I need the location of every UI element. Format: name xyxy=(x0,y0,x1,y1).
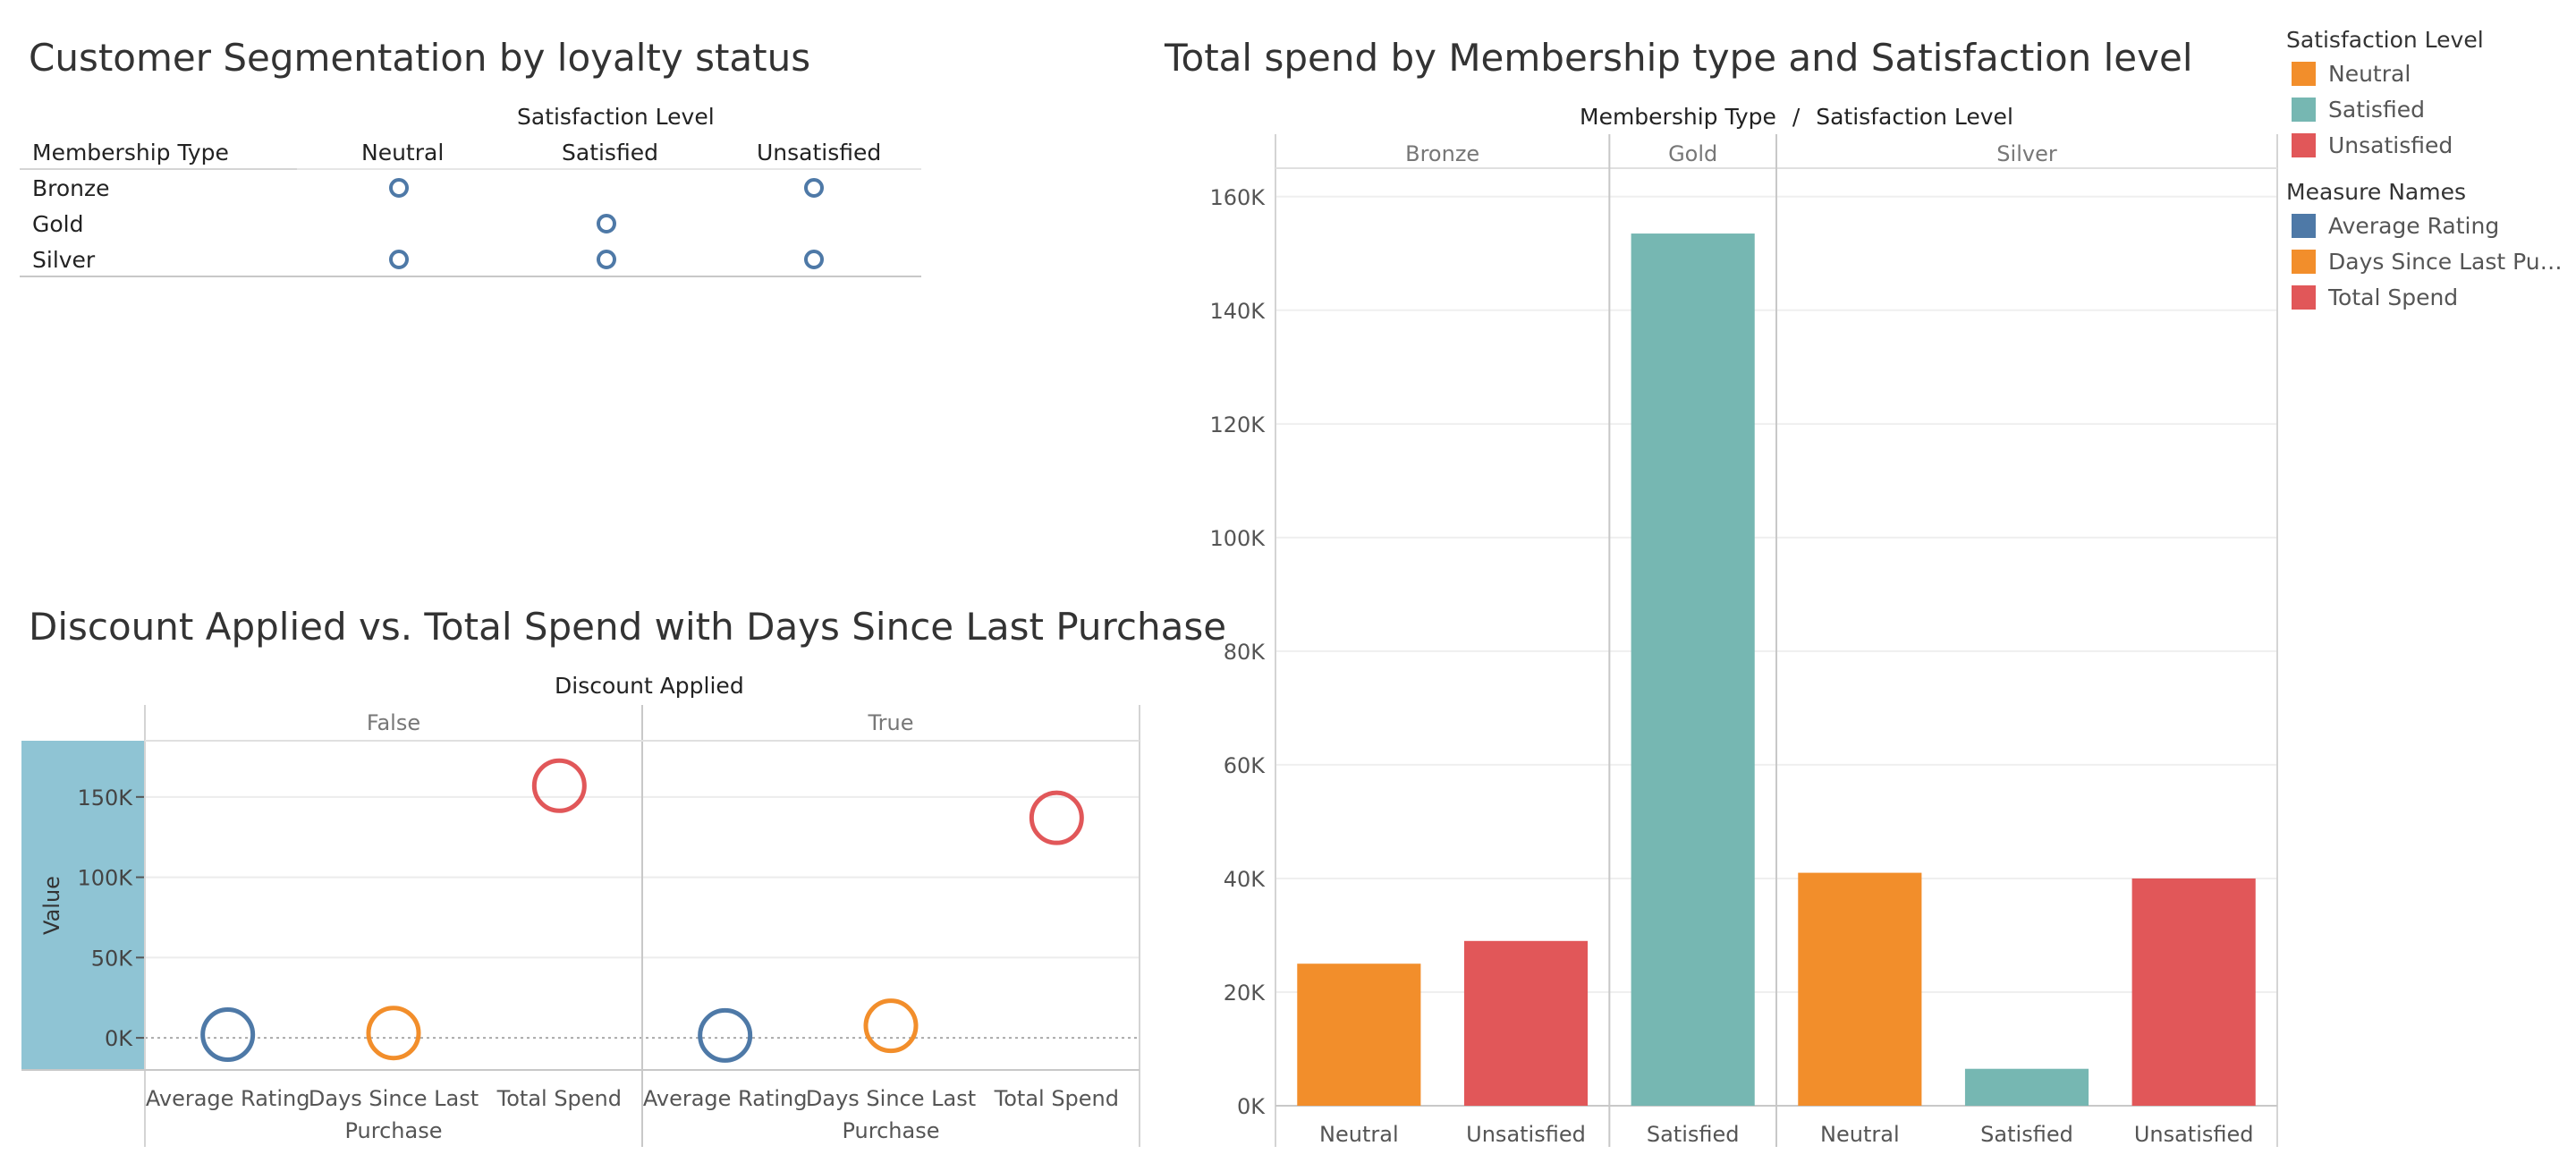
bar-x-label-bronze-unsatisfied: Unsatisfied xyxy=(1466,1122,1586,1147)
x-label-true-days-since-last-purchase-line-2: Purchase xyxy=(843,1118,940,1143)
legend-label-total-spend: Total Spend xyxy=(2328,284,2459,310)
y-tick-label-50k: 50K xyxy=(91,946,134,971)
legend-item-satisfied[interactable]: Satisfied xyxy=(2286,91,2576,127)
x-label-true-total-spend: Total Spend xyxy=(994,1086,1119,1111)
bar-silver-neutral xyxy=(1798,872,1922,1106)
bar-x-label-silver-satisfied: Satisfied xyxy=(1980,1122,2073,1147)
bar-group-label-gold: Gold xyxy=(1668,141,1717,166)
bar-y-tick-label-80k: 80K xyxy=(1224,640,1267,665)
bar-x-label-silver-neutral: Neutral xyxy=(1820,1122,1900,1147)
facet-label-false: False xyxy=(367,710,420,735)
legend-swatch-satisfied xyxy=(2292,97,2316,122)
bar-x-label-silver-unsatisfied: Unsatisfied xyxy=(2134,1122,2254,1147)
x-label-false-average-rating: Average Rating xyxy=(146,1086,310,1111)
bar-y-tick-label-20k: 20K xyxy=(1224,980,1267,1006)
scatter-point-true-average-rating xyxy=(698,1007,753,1063)
bar-silver-satisfied xyxy=(1964,1068,2089,1106)
spend-bar-svg: Total Spend0K20K40K60K80K100K120K140K160… xyxy=(1209,134,2278,1147)
legend-panel: Satisfaction Level Neutral Satisfied Uns… xyxy=(2286,25,2576,315)
bar-group-label-silver: Silver xyxy=(1996,141,2057,166)
scatter-point-true-total-spend xyxy=(1029,790,1084,845)
legend-swatch-neutral xyxy=(2292,61,2316,86)
x-label-true-days-since-last-purchase-line-1: Days Since Last xyxy=(806,1086,976,1111)
facet-label-true: True xyxy=(868,710,914,735)
legend-label-unsatisfied: Unsatisfied xyxy=(2328,132,2453,158)
satisfaction-legend-title: Satisfaction Level xyxy=(2286,27,2484,53)
scatter-point-false-total-spend xyxy=(531,758,587,813)
legend-label-neutral: Neutral xyxy=(2328,60,2411,87)
x-label-false-total-spend: Total Spend xyxy=(496,1086,622,1111)
scatter-point-false-days-since-last-purchase xyxy=(366,1006,421,1061)
y-tick-label-0k: 0K xyxy=(105,1026,133,1051)
legend-item-average-rating[interactable]: Average Rating xyxy=(2286,208,2576,243)
measure-names-legend-title: Measure Names xyxy=(2286,179,2466,205)
y-tick-label-100k: 100K xyxy=(77,866,133,891)
x-label-false-days-since-last-purchase-line-2: Purchase xyxy=(345,1118,443,1143)
x-label-false-days-since-last-purchase-line-1: Days Since Last xyxy=(309,1086,479,1111)
legend-item-days-since-last-purchase[interactable]: Days Since Last Purch.. xyxy=(2286,243,2576,279)
scatter-point-false-average-rating xyxy=(200,1007,256,1063)
bar-bronze-neutral xyxy=(1297,964,1421,1106)
legend-item-total-spend[interactable]: Total Spend xyxy=(2286,279,2576,315)
bar-x-label-bronze-neutral: Neutral xyxy=(1319,1122,1399,1147)
x-label-true-average-rating: Average Rating xyxy=(643,1086,808,1111)
bar-gold-satisfied xyxy=(1631,233,1755,1106)
legend-swatch-days-since-last-purchase xyxy=(2292,249,2316,274)
bar-y-tick-label-140k: 140K xyxy=(1209,299,1266,324)
bar-group-label-bronze: Bronze xyxy=(1405,141,1479,166)
legend-swatch-average-rating xyxy=(2292,213,2316,238)
bar-y-tick-label-0k: 0K xyxy=(1237,1094,1266,1119)
bar-y-tick-label-60k: 60K xyxy=(1224,753,1267,778)
bar-bronze-unsatisfied xyxy=(1463,940,1589,1106)
y-axis-title: Value xyxy=(39,876,64,935)
legend-label-average-rating: Average Rating xyxy=(2328,212,2500,239)
bar-y-tick-label-160k: 160K xyxy=(1209,185,1266,210)
legend-item-unsatisfied[interactable]: Unsatisfied xyxy=(2286,127,2576,163)
legend-item-neutral[interactable]: Neutral xyxy=(2286,55,2576,91)
legend-label-days-since-last-purchase: Days Since Last Purch.. xyxy=(2328,248,2563,275)
bar-silver-unsatisfied xyxy=(2131,878,2256,1106)
legend-label-satisfied: Satisfied xyxy=(2328,96,2425,123)
bar-y-tick-label-40k: 40K xyxy=(1224,867,1267,892)
legend-swatch-total-spend xyxy=(2292,284,2316,310)
y-tick-label-150k: 150K xyxy=(77,785,133,811)
bar-y-tick-label-100k: 100K xyxy=(1209,526,1266,551)
discount-scatter-svg: Value0K50K100K150KFalseAverage RatingDay… xyxy=(21,705,1140,1147)
bar-y-tick-label-120k: 120K xyxy=(1209,412,1266,437)
bar-x-label-gold-satisfied: Satisfied xyxy=(1647,1122,1740,1147)
legend-swatch-unsatisfied xyxy=(2292,132,2316,157)
scatter-point-true-days-since-last-purchase xyxy=(863,998,919,1054)
